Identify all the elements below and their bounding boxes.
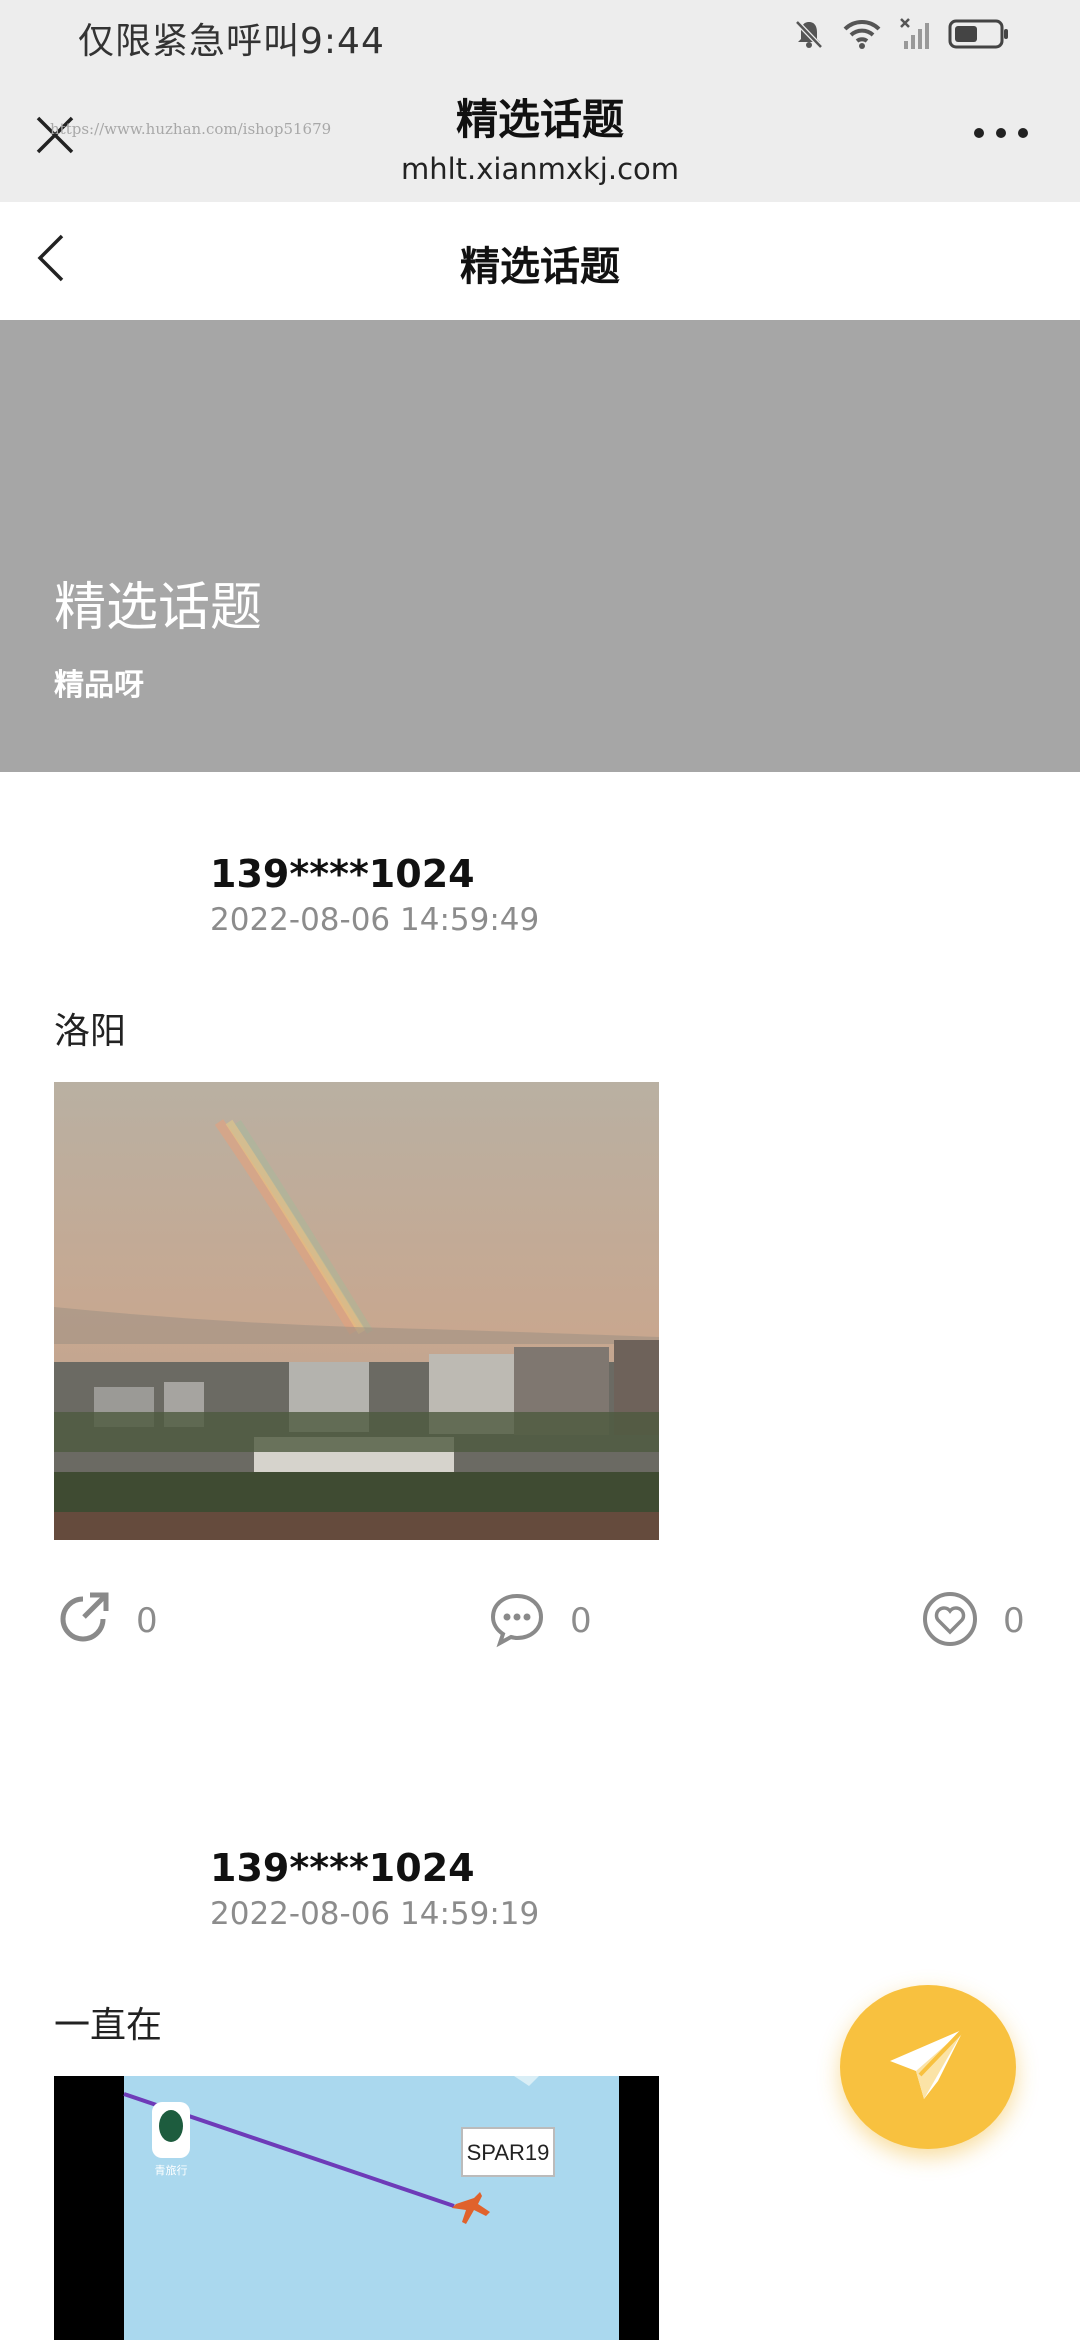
post-timestamp: 2022-08-06 14:59:19 [210,1896,540,1932]
more-dot [1018,128,1028,138]
more-dot [974,128,984,138]
share-icon[interactable] [54,1590,112,1652]
wifi-icon [842,17,882,51]
more-icon[interactable] [974,128,1028,138]
comment-count: 0 [570,1601,592,1641]
post-timestamp: 2022-08-06 14:59:49 [210,902,540,938]
post-text: 洛阳 [54,1011,127,1052]
browser-domain: mhlt.xianmxkj.com [400,152,680,186]
post-image[interactable]: 青旅行 SPAR19 [54,2076,659,2340]
signal-off-icon [898,17,932,51]
browser-title: 精选话题 [455,95,624,144]
comment-action[interactable]: 0 [488,1590,592,1652]
share-action[interactable]: 0 [54,1590,158,1652]
page-title: 精选话题 [460,244,620,290]
post-button[interactable] [840,1985,1016,2149]
like-action[interactable]: 0 [921,1590,1025,1652]
post-text: 一直在 [54,2005,163,2046]
status-bar: 仅限紧急呼叫9:44 [0,0,1080,72]
heart-icon[interactable] [921,1590,979,1652]
banner-title: 精选话题 [54,578,263,638]
more-dot [996,128,1006,138]
banner-subtitle: 精品呀 [54,668,144,703]
map-logo-text: 青旅行 [155,2163,188,2177]
post-actions: 0 0 0 [0,1590,1080,1660]
comment-icon[interactable] [488,1590,546,1652]
flight-label: SPAR19 [467,2140,550,2165]
post-item[interactable]: 139****1024 2022-08-06 14:59:49 洛阳 0 0 0 [0,852,1080,1672]
post-username[interactable]: 139****1024 [210,1846,475,1890]
post-username[interactable]: 139****1024 [210,852,475,896]
status-carrier-time: 仅限紧急呼叫9:44 [78,12,385,64]
share-count: 0 [136,1601,158,1641]
like-count: 0 [1003,1601,1025,1641]
page-header: 精选话题 [0,202,1080,320]
battery-icon [948,17,1010,51]
post-image[interactable] [54,1082,659,1540]
topic-banner: 精选话题 精品呀 [0,320,1080,772]
status-time: 9:44 [300,21,385,62]
browser-top-bar: https://www.huzhan.com/ishop51679 精选话题 m… [0,72,1080,202]
carrier-text: 仅限紧急呼叫 [78,21,301,62]
status-icons [792,14,1010,54]
paper-plane-icon [880,2017,976,2117]
bell-off-icon [792,17,826,51]
